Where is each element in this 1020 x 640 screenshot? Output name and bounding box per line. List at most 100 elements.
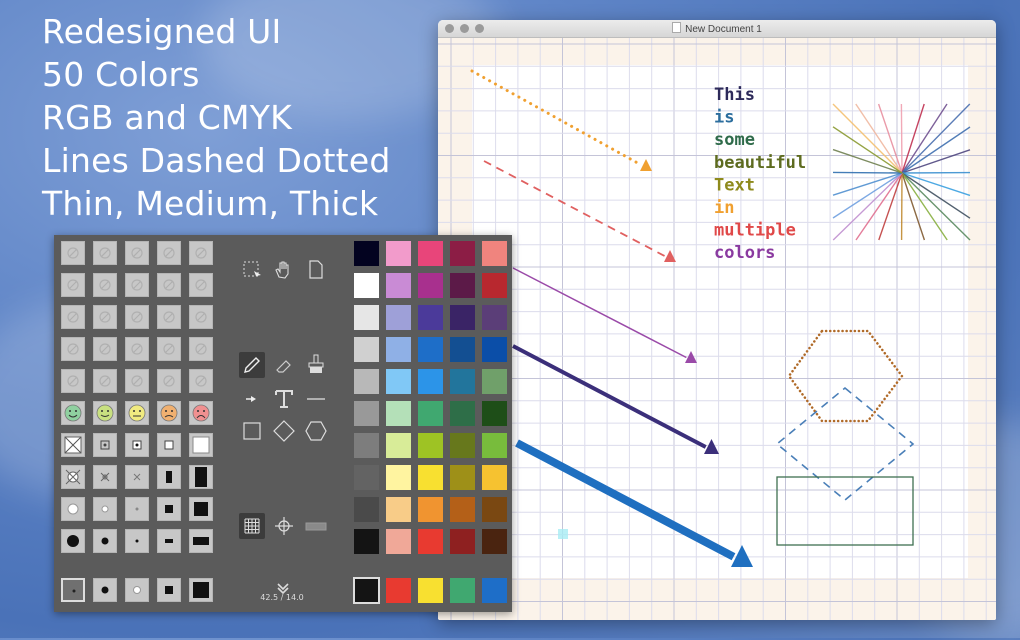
color-swatch[interactable] (386, 369, 411, 394)
color-swatch[interactable] (386, 529, 411, 554)
text-tool[interactable] (271, 386, 297, 412)
empty-slot-tile[interactable] (61, 305, 85, 329)
empty-slot-tile[interactable] (125, 337, 149, 361)
color-swatch[interactable] (482, 241, 507, 266)
color-swatch[interactable] (354, 273, 379, 298)
empty-slot-tile[interactable] (189, 337, 213, 361)
symbol-tile[interactable] (157, 497, 181, 521)
color-swatch[interactable] (450, 337, 475, 362)
symbol-tile[interactable] (125, 465, 149, 489)
symbol-tile[interactable] (61, 433, 85, 457)
color-swatch[interactable] (418, 465, 443, 490)
color-swatch[interactable] (354, 529, 379, 554)
title-bar[interactable]: New Document 1 (438, 20, 996, 38)
mood-tile[interactable] (189, 401, 213, 425)
crosshair-toggle[interactable] (271, 513, 297, 539)
symbol-tile[interactable] (157, 465, 181, 489)
color-swatch[interactable] (418, 497, 443, 522)
color-swatch[interactable] (418, 337, 443, 362)
symbol-tile[interactable] (189, 465, 213, 489)
expand-button[interactable] (270, 575, 296, 591)
mood-tile[interactable] (61, 401, 85, 425)
rectangle-tool[interactable] (239, 418, 265, 444)
color-swatch[interactable] (418, 273, 443, 298)
empty-slot-tile[interactable] (157, 337, 181, 361)
color-swatch[interactable] (482, 305, 507, 330)
color-swatch[interactable] (450, 305, 475, 330)
empty-slot-tile[interactable] (93, 369, 117, 393)
color-swatch[interactable] (418, 241, 443, 266)
color-swatch[interactable] (482, 401, 507, 426)
color-swatch[interactable] (450, 273, 475, 298)
point-size-tile[interactable] (125, 578, 149, 602)
symbol-tile[interactable] (125, 497, 149, 521)
hand-tool[interactable] (271, 257, 297, 283)
point-size-tile[interactable] (61, 578, 85, 602)
color-swatch[interactable] (418, 369, 443, 394)
color-swatch[interactable] (450, 465, 475, 490)
color-swatch[interactable] (386, 401, 411, 426)
symbol-tile[interactable] (125, 433, 149, 457)
empty-slot-tile[interactable] (189, 369, 213, 393)
color-swatch[interactable] (386, 337, 411, 362)
recent-color-swatch[interactable] (450, 578, 475, 603)
color-swatch[interactable] (418, 401, 443, 426)
symbol-tile[interactable] (93, 529, 117, 553)
empty-slot-tile[interactable] (93, 241, 117, 265)
drawing-canvas[interactable]: ThisissomebeautifulTextinmultiplecolors (438, 38, 996, 620)
empty-slot-tile[interactable] (157, 273, 181, 297)
recent-color-swatch[interactable] (418, 578, 443, 603)
empty-slot-tile[interactable] (61, 369, 85, 393)
color-swatch[interactable] (418, 433, 443, 458)
color-swatch[interactable] (482, 529, 507, 554)
empty-slot-tile[interactable] (61, 337, 85, 361)
symbol-tile[interactable] (189, 497, 213, 521)
empty-slot-tile[interactable] (93, 337, 117, 361)
line-tool[interactable] (303, 386, 329, 412)
empty-slot-tile[interactable] (125, 369, 149, 393)
color-swatch[interactable] (386, 497, 411, 522)
recent-color-swatch[interactable] (482, 578, 507, 603)
color-swatch[interactable] (354, 497, 379, 522)
empty-slot-tile[interactable] (157, 241, 181, 265)
color-swatch[interactable] (450, 401, 475, 426)
color-swatch[interactable] (482, 273, 507, 298)
recent-color-swatch[interactable] (386, 578, 411, 603)
mood-tile[interactable] (125, 401, 149, 425)
color-swatch[interactable] (450, 369, 475, 394)
mood-tile[interactable] (93, 401, 117, 425)
empty-slot-tile[interactable] (125, 305, 149, 329)
color-swatch[interactable] (450, 433, 475, 458)
empty-slot-tile[interactable] (125, 273, 149, 297)
color-swatch[interactable] (354, 337, 379, 362)
point-size-tile[interactable] (93, 578, 117, 602)
color-swatch[interactable] (450, 241, 475, 266)
symbol-tile[interactable] (61, 497, 85, 521)
empty-slot-tile[interactable] (189, 241, 213, 265)
empty-slot-tile[interactable] (61, 273, 85, 297)
empty-slot-tile[interactable] (125, 241, 149, 265)
color-swatch[interactable] (386, 273, 411, 298)
symbol-tile[interactable] (189, 529, 213, 553)
color-swatch[interactable] (482, 337, 507, 362)
symbol-tile[interactable] (61, 465, 85, 489)
point-size-tile[interactable] (157, 578, 181, 602)
color-swatch[interactable] (450, 497, 475, 522)
color-swatch[interactable] (354, 401, 379, 426)
color-swatch[interactable] (386, 305, 411, 330)
color-swatch[interactable] (418, 305, 443, 330)
color-swatch[interactable] (482, 497, 507, 522)
symbol-tile[interactable] (189, 433, 213, 457)
hexagon-tool[interactable] (303, 418, 329, 444)
color-swatch[interactable] (354, 305, 379, 330)
color-swatch[interactable] (482, 433, 507, 458)
select-tool[interactable] (239, 257, 265, 283)
symbol-tile[interactable] (157, 529, 181, 553)
new-page-tool[interactable] (303, 257, 329, 283)
color-swatch[interactable] (418, 529, 443, 554)
empty-slot-tile[interactable] (93, 305, 117, 329)
empty-slot-tile[interactable] (157, 305, 181, 329)
symbol-tile[interactable] (61, 529, 85, 553)
empty-slot-tile[interactable] (189, 305, 213, 329)
color-swatch[interactable] (386, 465, 411, 490)
